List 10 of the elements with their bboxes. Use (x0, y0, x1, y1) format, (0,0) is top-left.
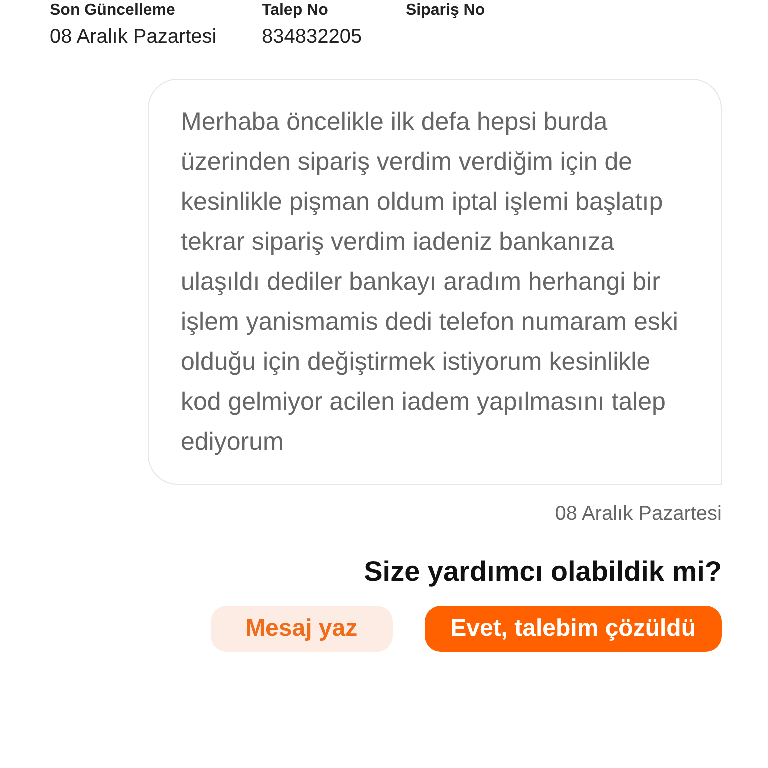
write-message-button[interactable]: Mesaj yaz (210, 606, 393, 652)
resolved-button[interactable]: Evet, talebim çözüldü (424, 606, 722, 652)
message-date: 08 Aralık Pazartesi (555, 503, 722, 526)
feedback-question: Size yardımcı olabildik mi? (364, 556, 722, 588)
column-label: Sipariş No (406, 2, 486, 20)
column-value: 08 Aralık Pazartesi (50, 26, 218, 49)
column-label: Son Güncelleme (50, 2, 176, 20)
column-value: 834832205 (262, 26, 364, 49)
message-bubble: Merhaba öncelikle ilk defa hepsi burda üzerinden sipariş verdim verdiğim için de kesinlikle pişman oldum iptal işlemi başlatıp tekrar sipariş verdim iadeniz bankanıza ulaşıldı dediler bankayı aradım herhangi bir işlem yanismamis dedi telefon numaram eski olduğu için değiştirmek istiyorum kesinlikle kod gelmiyor acilen iadem yapılmasını talep ediyorum (148, 79, 722, 485)
column-label: Talep No (262, 2, 330, 20)
